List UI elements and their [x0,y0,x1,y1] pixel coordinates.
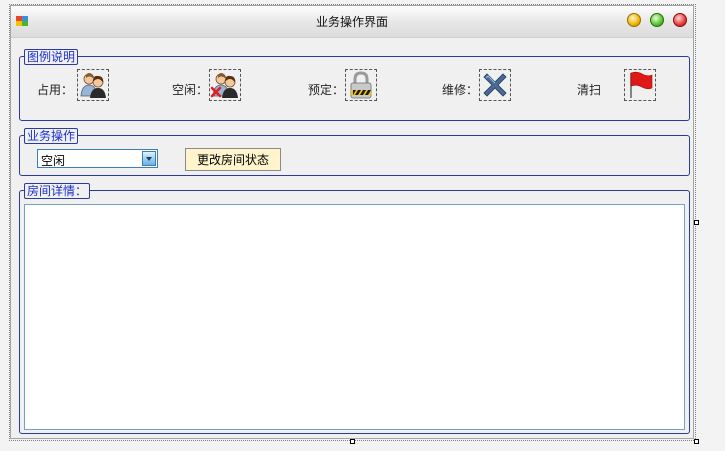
resize-handle-right[interactable] [694,220,699,225]
main-window: 业务操作界面 图例说明 占用： 空闲： 预定： 维修： 清扫 业务操作 空闲 更… [10,5,694,439]
window-title: 业务操作界面 [315,15,388,29]
maximize-button[interactable] [650,13,664,27]
resize-handle-corner[interactable] [694,439,699,444]
change-room-status-button[interactable]: 更改房间状态 [185,148,281,171]
users-remove-icon [209,69,241,101]
chevron-down-icon[interactable] [142,151,156,166]
cross-icon [479,69,511,101]
legend-label-occupied: 占用： [37,83,74,97]
legend-label-repair: 维修： [442,83,479,97]
users-icon [77,69,109,101]
legend-group: 图例说明 占用： 空闲： 预定： 维修： 清扫 [19,49,690,121]
room-details-textarea[interactable] [24,204,685,430]
room-status-select[interactable]: 空闲 [37,149,158,168]
operation-group: 业务操作 空闲 更改房间状态 [19,128,690,176]
room-details-group-title: 房间详情： [24,183,91,199]
legend-label-free: 空闲： [172,83,209,97]
red-flag-icon [624,69,656,101]
legend-group-title: 图例说明 [24,49,79,65]
room-status-select-value: 空闲 [41,154,66,168]
title-bar: 业务操作界面 [11,6,693,38]
lock-icon [345,69,377,101]
resize-handle-bottom[interactable] [350,439,355,444]
minimize-button[interactable] [627,13,641,27]
operation-group-title: 业务操作 [24,128,79,144]
legend-label-cleaning: 清扫 [577,83,602,97]
legend-label-reserved: 预定： [308,83,345,97]
close-button[interactable] [673,13,687,27]
room-details-group: 房间详情： [19,183,690,434]
